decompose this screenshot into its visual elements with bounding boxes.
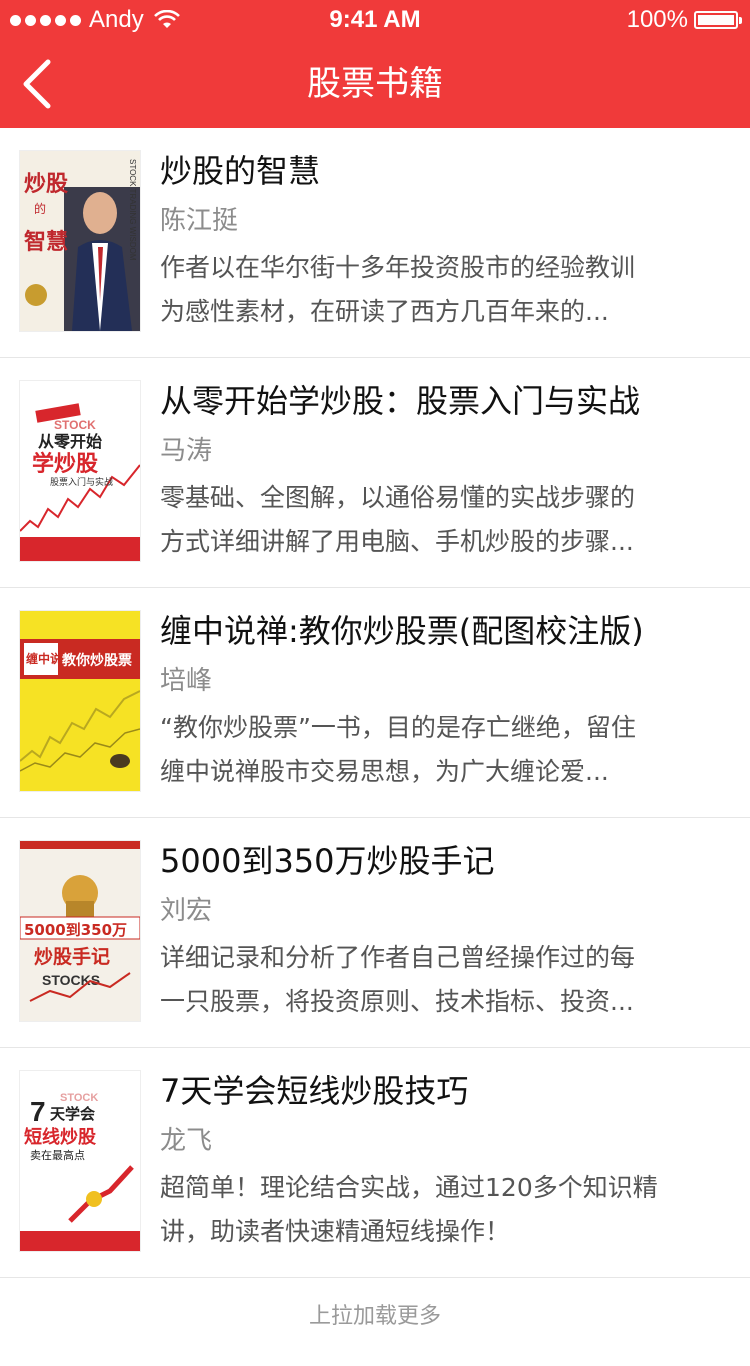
list-item[interactable]: STOCK 从零开始 学炒股 股票入门与实战 从零开始学炒股：股票入门与实战 马…	[0, 358, 750, 588]
battery-percent: 100%	[626, 6, 688, 33]
book-author: 刘宏	[160, 896, 213, 926]
svg-text:STOCK: STOCK	[54, 418, 96, 432]
navigation-bar: 股票书籍	[0, 40, 750, 128]
book-author: 龙飞	[160, 1126, 213, 1156]
book-title: 5000到350万炒股手记	[160, 842, 495, 880]
svg-text:STOCKS: STOCKS	[42, 972, 100, 988]
list-item[interactable]: 炒股 的 智慧 STOCK TRADING WISDOM 炒股的智慧 陈江挺 作…	[0, 128, 750, 358]
svg-text:从零开始: 从零开始	[38, 432, 102, 451]
book-list: 炒股 的 智慧 STOCK TRADING WISDOM 炒股的智慧 陈江挺 作…	[0, 128, 750, 1278]
book-cover: 炒股 的 智慧 STOCK TRADING WISDOM	[20, 151, 140, 331]
book-description: 作者以在华尔街十多年投资股市的经验教训 为感性素材，在研读了西方几百年来的...	[160, 253, 636, 326]
book-cover: 5000到350万 炒股手记 STOCKS	[20, 841, 140, 1021]
book-title: 缠中说禅:教你炒股票(配图校注版)	[160, 612, 644, 650]
list-item[interactable]: 5000到350万 炒股手记 STOCKS 5000到350万炒股手记 刘宏 详…	[0, 818, 750, 1048]
list-item[interactable]: STOCK 7 天学会 短线炒股 卖在最高点 7天学会短线炒股技巧 龙飞 超简单…	[0, 1048, 750, 1278]
load-more-hint: 上拉加载更多	[308, 1304, 441, 1329]
book-description: 超简单！理论结合实战，通过120多个知识精 讲，助读者快速精通短线操作！	[160, 1173, 658, 1246]
book-title: 炒股的智慧	[160, 152, 321, 190]
book-cover: 缠中说禅 教你炒股票	[20, 611, 140, 791]
svg-text:STOCK: STOCK	[60, 1092, 98, 1104]
svg-text:教你炒股票: 教你炒股票	[62, 652, 132, 669]
book-cover: STOCK 从零开始 学炒股 股票入门与实战	[20, 381, 140, 561]
svg-text:7: 7	[30, 1096, 46, 1127]
svg-text:炒股手记: 炒股手记	[34, 945, 110, 968]
svg-text:STOCK TRADING WISDOM: STOCK TRADING WISDOM	[128, 159, 137, 261]
book-cover: STOCK 7 天学会 短线炒股 卖在最高点	[20, 1071, 140, 1251]
header-bar: Andy 9:41 AM 100% 股票书籍	[0, 0, 750, 128]
book-title: 从零开始学炒股：股票入门与实战	[160, 382, 641, 420]
book-title: 7天学会短线炒股技巧	[160, 1072, 469, 1110]
list-item[interactable]: 缠中说禅 教你炒股票 缠中说禅:教你炒股票(配图校注版) 培峰 “教你炒股票”一…	[0, 588, 750, 818]
book-description: 详细记录和分析了作者自己曾经操作过的每 一只股票，将投资原则、技术指标、投资..…	[160, 943, 636, 1016]
svg-text:学炒股: 学炒股	[32, 451, 98, 477]
book-author: 培峰	[160, 666, 213, 696]
book-description: 零基础、全图解，以通俗易懂的实战步骤的 方式详细讲解了用电脑、手机炒股的步骤..…	[160, 483, 636, 556]
book-description: “教你炒股票”一书，目的是存亡继绝，留住 缠中说禅股市交易思想，为广大缠论爱..…	[160, 713, 636, 786]
book-author: 马涛	[160, 436, 213, 466]
svg-text:炒股: 炒股	[24, 171, 68, 197]
svg-text:短线炒股: 短线炒股	[24, 1126, 97, 1148]
book-author: 陈江挺	[160, 206, 239, 236]
svg-text:5000到350万: 5000到350万	[24, 921, 127, 939]
battery-icon	[694, 11, 742, 29]
page-title: 股票书籍	[307, 64, 443, 104]
svg-text:卖在最高点: 卖在最高点	[30, 1148, 85, 1162]
svg-text:智慧: 智慧	[24, 229, 68, 255]
status-bar: Andy 9:41 AM 100%	[0, 0, 750, 40]
svg-text:股票入门与实战: 股票入门与实战	[50, 476, 113, 488]
svg-text:的: 的	[34, 201, 46, 216]
svg-text:天学会: 天学会	[50, 1105, 95, 1123]
